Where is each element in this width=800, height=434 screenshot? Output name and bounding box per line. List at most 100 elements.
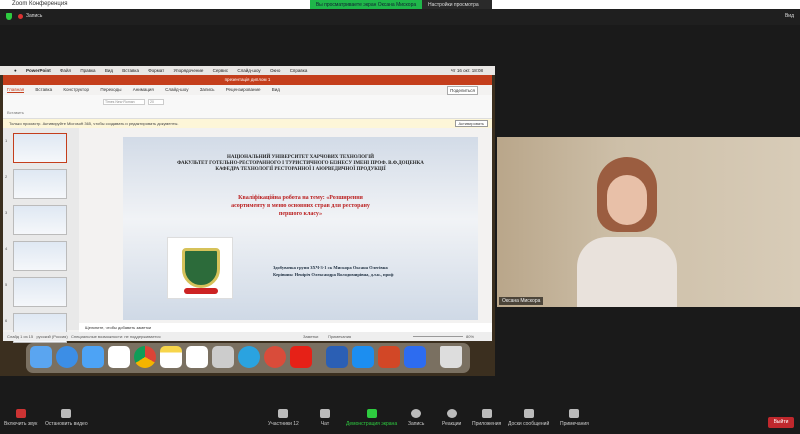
tab-review[interactable]: Рецензирование (226, 87, 261, 92)
slide-thumbnail[interactable] (13, 277, 67, 307)
view-button[interactable]: Вид (785, 13, 794, 19)
tab-slideshow[interactable]: Слайд-шоу (165, 87, 188, 92)
university-logo (167, 237, 233, 299)
unmute-button[interactable]: Включить звук (4, 409, 37, 427)
apps-button[interactable]: Приложения (472, 409, 501, 427)
menu-arrange[interactable]: Упорядочение (174, 68, 204, 73)
powerpoint-window: презентація диплом 1 Главная Вставка Кон… (3, 75, 492, 343)
ribbon: Вставить Times New Roman 20 (3, 95, 492, 119)
menu-view[interactable]: Вид (105, 68, 113, 73)
apps-icon (481, 409, 492, 418)
participants-count: 12 (293, 421, 299, 427)
menu-window[interactable]: Окно (270, 68, 280, 73)
launchpad-icon[interactable] (212, 346, 234, 368)
slide-university: НАЦІОНАЛЬНИЙ УНІВЕРСИТЕТ ХАРЧОВИХ ТЕХНОЛ… (226, 155, 375, 160)
chat-icon (320, 409, 330, 418)
notes-input[interactable]: Щелкните, чтобы добавить заметки (79, 323, 492, 332)
safari-icon[interactable] (56, 346, 78, 368)
menu-insert[interactable]: Вставка (122, 68, 139, 73)
paste-button[interactable]: Вставить (7, 110, 24, 115)
mac-clock: Чт 16 окт. 18:08 (450, 68, 483, 73)
finder-icon[interactable] (30, 346, 52, 368)
whiteboard-button[interactable]: Доски сообщений (508, 409, 549, 427)
reactions-icon (446, 409, 457, 418)
tab-transitions[interactable]: Переходы (100, 87, 121, 92)
menu-help[interactable]: Справка (290, 68, 308, 73)
youtube-icon[interactable] (290, 346, 312, 368)
reminders-icon[interactable] (108, 346, 130, 368)
apple-icon[interactable]: ● (14, 68, 17, 73)
meeting-toolbar: Включить звук Остановить видео Участники… (0, 405, 800, 434)
menu-powerpoint[interactable]: PowerPoint (26, 68, 51, 73)
activate-button[interactable]: Активировать (454, 120, 488, 127)
recording-label: Запись (26, 13, 43, 19)
trash-icon[interactable] (440, 346, 462, 368)
leave-button[interactable]: Выйти (768, 417, 794, 428)
record-icon (411, 409, 422, 418)
participant-face (607, 175, 647, 225)
menu-slideshow[interactable]: Слайд-шоу (237, 68, 260, 73)
menu-file[interactable]: Файл (60, 68, 71, 73)
ribbon-tabs: Главная Вставка Конструктор Переходы Ани… (3, 85, 492, 95)
shield-icon (6, 13, 12, 20)
zoom-icon[interactable] (404, 346, 426, 368)
freeform-icon[interactable] (186, 346, 208, 368)
shared-screen: ● PowerPoint Файл Правка Вид Вставка Фор… (0, 66, 495, 376)
chrome-icon[interactable] (134, 346, 156, 368)
participants-button[interactable]: Участники 12 (268, 409, 299, 427)
menu-format[interactable]: Формат (148, 68, 164, 73)
slide-department: КАФЕДРА ТЕХНОЛОГІЇ РЕСТОРАННОЇ І АЮРВЕДИ… (215, 167, 386, 172)
app-store-icon[interactable] (352, 346, 374, 368)
word-icon[interactable] (326, 346, 348, 368)
tab-animation[interactable]: Анимация (133, 87, 154, 92)
notice-text: Только просмотр. Активируйте Microsoft 3… (9, 121, 179, 126)
participant-body (577, 237, 677, 307)
slide-canvas[interactable]: НАЦІОНАЛЬНИЙ УНІВЕРСИТЕТ ХАРЧОВИХ ТЕХНОЛ… (123, 137, 478, 320)
font-select[interactable]: Times New Roman (103, 99, 145, 105)
powerpoint-icon[interactable] (378, 346, 400, 368)
zoom-slider[interactable] (413, 336, 463, 337)
top-bar: Запись Вид (0, 9, 800, 25)
font-size-select[interactable]: 20 (148, 99, 164, 105)
mac-menu-bar: ● PowerPoint Файл Правка Вид Вставка Фор… (0, 66, 495, 75)
tab-record[interactable]: Запись (200, 87, 215, 92)
notes-button[interactable]: Примечания (560, 409, 589, 427)
notes-icon (569, 409, 580, 418)
slide-supervisor: Керівник: Неніріч Олександра Володимирів… (273, 272, 394, 277)
chat-button[interactable]: Чат (320, 409, 330, 427)
comments-button[interactable]: Примечания (328, 332, 351, 341)
slide-title-2: асортименту в меню основних страв для ре… (231, 203, 370, 209)
notes-button[interactable]: Заметки (303, 332, 318, 341)
slide-thumbnails: 1 2 3 4 5 6 (3, 128, 79, 343)
tab-insert[interactable]: Вставка (35, 87, 52, 92)
slide-counter: Слайд 1 из 15 (7, 334, 34, 339)
whiteboard-icon (523, 409, 534, 418)
tab-view[interactable]: Вид (272, 87, 280, 92)
reactions-button[interactable]: Реакции (442, 409, 461, 427)
share-screen-button[interactable]: Демонстрация экрана (346, 409, 397, 427)
slide-thumbnail[interactable] (13, 133, 67, 163)
accessibility-status[interactable]: Специальные возможности: не поддерживает… (71, 334, 161, 339)
menu-edit[interactable]: Правка (80, 68, 95, 73)
share-button[interactable]: Поделиться (447, 86, 478, 95)
slide-title-1: Кваліфікаційна робота на тему: «Розширен… (238, 195, 363, 201)
tab-home[interactable]: Главная (7, 87, 25, 93)
telegram-icon[interactable] (238, 346, 260, 368)
participant-video[interactable]: Оксана Мискора (497, 137, 800, 307)
notes-icon[interactable] (160, 346, 182, 368)
mail-icon[interactable] (82, 346, 104, 368)
tab-design[interactable]: Конструктор (63, 87, 89, 92)
anydesk-icon[interactable] (264, 346, 286, 368)
slide-thumbnail[interactable] (13, 241, 67, 271)
participants-icon (278, 409, 289, 418)
menu-tools[interactable]: Сервис (213, 68, 228, 73)
share-screen-icon (366, 409, 377, 418)
slide-thumbnail[interactable] (13, 169, 67, 199)
slide-thumbnail[interactable] (13, 205, 67, 235)
participant-name: Оксана Мискора (499, 297, 544, 305)
record-button[interactable]: Запись (408, 409, 424, 427)
language-status[interactable]: русский (Россия) (36, 334, 67, 339)
stop-video-button[interactable]: Остановить видео (45, 409, 88, 427)
mic-muted-icon (15, 409, 26, 418)
zoom-level: 80% (466, 334, 475, 339)
